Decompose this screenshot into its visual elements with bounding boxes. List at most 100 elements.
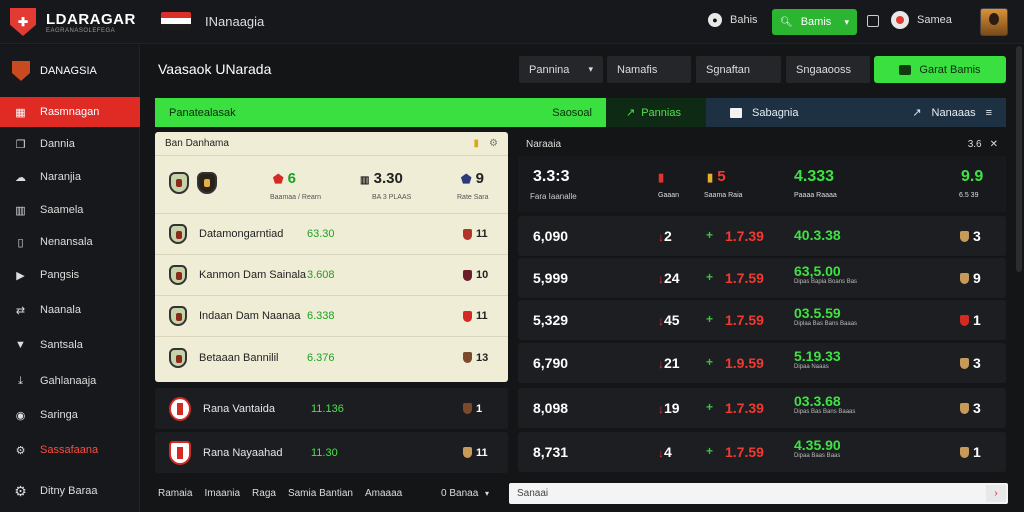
odds-panel-header: Naraaia 3.6 ✕	[518, 132, 1006, 156]
bottom-tab[interactable]: Amaaaa	[365, 488, 402, 499]
bets-button[interactable]: 🔍︎ Bamis ▾	[772, 9, 857, 35]
odds-delta: 4	[664, 444, 672, 460]
sidebar-item-settings[interactable]: ⚙ Sassafaana	[0, 435, 140, 465]
chart-icon: ▥	[360, 175, 370, 186]
table-row[interactable]: Betaaan Bannilil 6.376 13	[155, 337, 508, 378]
gear-icon: ⚙	[14, 482, 27, 499]
search-input[interactable]: Sanaai ›	[509, 483, 1008, 504]
odds-row[interactable]: 8,731 ↓4 + 1.7.59 4.35.90 Dipaa Baas Baas…	[518, 432, 1006, 472]
team-name: Indaan Dam Naanaa	[199, 310, 301, 322]
table-row[interactable]: Rana Vantaida 11.136 1	[155, 388, 508, 429]
avatar[interactable]	[980, 8, 1008, 36]
message-icon[interactable]	[867, 15, 879, 27]
flag-icon[interactable]	[161, 12, 191, 30]
summary-a: 6	[287, 170, 296, 187]
blue-shield-icon: ⬟	[461, 172, 472, 186]
odds-time: 8,098	[533, 400, 569, 416]
team-badge-icon	[960, 314, 969, 326]
team-stat: 13	[476, 351, 489, 364]
plus-icon: +	[706, 228, 714, 242]
soccer-ball-icon: ●	[708, 13, 722, 27]
banner-tab-media[interactable]: Sabagnia ↗ Nanaaas ≡	[706, 98, 1006, 127]
media-icon	[730, 107, 742, 118]
user-name: Samea	[917, 14, 952, 26]
odds-row[interactable]: 6,090 ↓2 + 1.7.39 40.3.38 3	[518, 216, 1006, 256]
help-link[interactable]: ● Bahis	[708, 13, 758, 27]
summary-d: 4.333	[794, 168, 835, 185]
sidebar-item-book[interactable]: ▯ Nenansala	[0, 227, 140, 257]
odds-row[interactable]: 5,329 ↓45 + 1.7.59 03.5.59 Diplaa Bas Ban…	[518, 300, 1006, 340]
filter-3[interactable]: Sgnaftan	[696, 56, 781, 83]
table-row[interactable]: Rana Nayaahad 11.30 11	[155, 432, 508, 473]
bottom-tab[interactable]: Imaania	[204, 488, 240, 499]
team-badge-icon	[463, 310, 472, 322]
app-logo[interactable]: ✚ LDARAGAR EAGRANASOLEFEGA	[10, 8, 136, 36]
chevron-down-icon: ▾	[485, 489, 490, 498]
odds-value: 1.7.39	[725, 400, 764, 416]
summary-b: 3.30	[373, 170, 403, 187]
sidebar-item-shuffle[interactable]: ⇄ Naanala	[0, 295, 140, 325]
sidebar-item-video[interactable]: ▶ Pangsis	[0, 260, 140, 290]
sidebar-item-copy[interactable]: ❐ Dannia	[0, 129, 140, 159]
sidebar-footer-settings[interactable]: ⚙ Ditny Baraa	[0, 476, 140, 506]
filter-4[interactable]: Sngaaooss	[786, 56, 870, 83]
filter-2[interactable]: Namafis	[607, 56, 691, 83]
odds-time: 6,090	[533, 228, 569, 244]
sidebar-item-shield[interactable]: ▼ Santsala	[0, 330, 140, 360]
team-name: Kanmon Dam Sainala	[199, 269, 307, 281]
team-badge-icon	[960, 230, 969, 242]
bottom-tab[interactable]: Ramaia	[158, 488, 192, 499]
send-icon[interactable]: ›	[986, 485, 1006, 502]
banner-tab-main[interactable]: Panatealasak Saosoal	[155, 98, 606, 127]
bottom-bar: Ramaia Imaania Raga Samia Bantian Amaaaa…	[141, 480, 1024, 512]
pin-icon[interactable]: ▮	[474, 138, 480, 149]
summary-c: 9	[475, 170, 484, 187]
team-name: Rana Nayaahad	[203, 446, 283, 459]
sidebar-item-label: Gahlanaaja	[40, 375, 97, 387]
sidebar-item-cloud[interactable]: ☁ Naranjia	[0, 162, 140, 192]
sidebar-item-stats[interactable]: ▥ Saamela	[0, 195, 140, 225]
close-icon[interactable]: ✕	[990, 139, 998, 150]
banner-tab-links[interactable]: ↗ Pannias	[606, 98, 706, 127]
bottom-tab[interactable]: Samia Bantian	[288, 488, 353, 499]
menu-icon[interactable]: ≡	[986, 107, 992, 119]
matches-panel: Ban Danhama ▮ ⚙ ⬟ 6 Baamaa / Rearn ▥ 3.3…	[155, 132, 508, 382]
filter-dropdown-1[interactable]: Pannina ▾	[519, 56, 603, 83]
club-shield-icon	[12, 61, 30, 81]
odds-score-sub: Dipas Bas Bans Baaas	[794, 409, 856, 416]
user-menu[interactable]: Samea	[891, 11, 952, 29]
team-name: Datamongarntiad	[199, 228, 284, 240]
table-row[interactable]: Kanmon Dam Sainala 3.608 10	[155, 255, 508, 296]
settings-icon[interactable]: ⚙	[489, 138, 498, 149]
sidebar-item-home[interactable]: ▦ Rasmnagan	[0, 97, 140, 127]
bottom-select[interactable]: 0 Banaa ▾	[441, 488, 489, 499]
table-row[interactable]: Indaan Dam Naanaa 6.338 11	[155, 296, 508, 337]
bottom-tab[interactable]: Raga	[252, 488, 276, 499]
team-name: Rana Vantaida	[203, 402, 275, 415]
arrow-icon: ↗	[626, 107, 636, 119]
plus-icon: +	[706, 400, 714, 414]
odds-panel-count: 3.6	[967, 138, 982, 150]
odds-time: 6,790	[533, 355, 569, 371]
team-stat: 11	[476, 446, 488, 459]
team-stat: 11	[476, 228, 488, 240]
odds-row[interactable]: 6,790 ↓21 + 1.9.59 5.19.33 Dipaa Naaas 3	[518, 343, 1006, 383]
odds-score-sub: Dipaa Baas Baas	[794, 453, 841, 460]
odds-row[interactable]: 5,999 ↓24 + 1.7.59 63,5.00 Dipas Bapia Bo…	[518, 258, 1006, 298]
create-bet-button[interactable]: Garat Bamis	[874, 56, 1006, 83]
sidebar-item-download[interactable]: ⤓ Gahlanaaja	[0, 366, 140, 396]
sidebar-item-play[interactable]: ◉ Saringa	[0, 400, 140, 430]
plus-icon: +	[706, 312, 714, 326]
team-badge-icon	[463, 403, 472, 414]
odds-delta: 24	[664, 270, 680, 286]
plus-icon: +	[706, 355, 714, 369]
odds-row[interactable]: 8,098 ↓19 + 1.7.39 03.3.68 Dipas Bas Bans…	[518, 388, 1006, 428]
shield-icon: ▼	[15, 339, 26, 351]
team-crest-icon	[169, 347, 187, 368]
odds-time: 5,329	[533, 312, 569, 328]
filter-label: Namafis	[617, 63, 658, 76]
team-crest-icon	[169, 172, 189, 194]
scrollbar[interactable]	[1016, 46, 1022, 272]
table-row[interactable]: Datamongarntiad 63.30 11	[155, 214, 508, 255]
user-status-icon	[891, 11, 909, 29]
